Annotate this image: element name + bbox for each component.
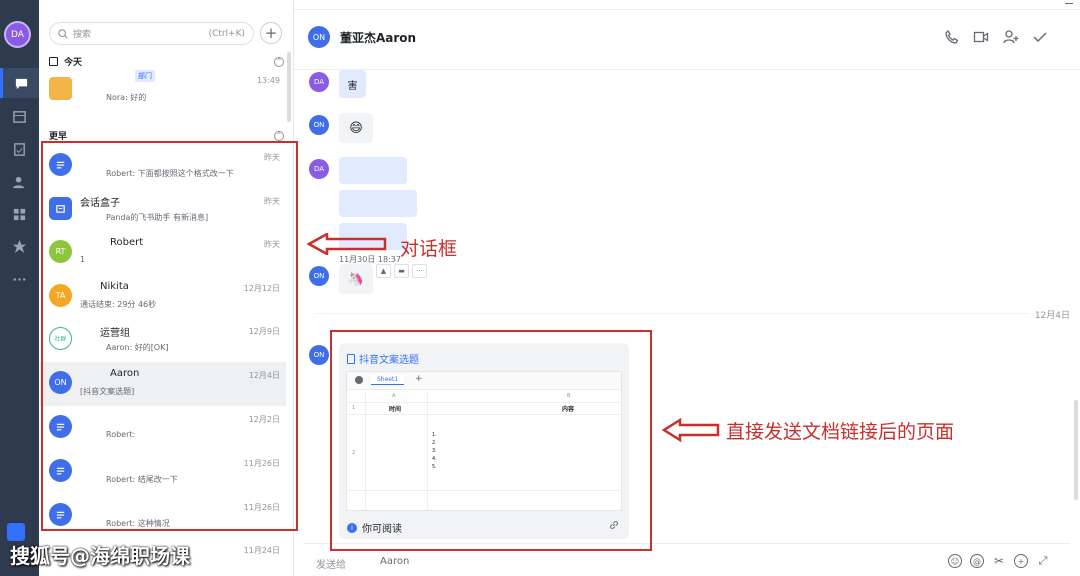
- annotation-label-dialog: 对话框: [400, 238, 458, 260]
- chat-avatar: [49, 77, 72, 100]
- add-member-icon[interactable]: [1003, 29, 1019, 45]
- conversation-scrollbar[interactable]: [1074, 400, 1078, 500]
- collapse-icon[interactable]: ^: [274, 56, 284, 67]
- message-actions: ▲ ▬ ···: [376, 264, 427, 278]
- scissors-icon[interactable]: ✂: [992, 554, 1006, 568]
- done-check-icon[interactable]: [1032, 29, 1048, 45]
- search-placeholder: 搜索: [73, 30, 92, 40]
- sender-avatar[interactable]: ON: [309, 115, 329, 135]
- phone-icon[interactable]: [944, 29, 960, 45]
- department-tag: 部门: [135, 70, 155, 82]
- add-button[interactable]: +: [260, 22, 282, 44]
- message-bubble[interactable]: [339, 190, 417, 217]
- conversation-header: ON 董亚杰Aaron: [294, 0, 1080, 70]
- sticker-message[interactable]: 🦄: [339, 264, 373, 294]
- chat-time: 11月24日: [243, 546, 280, 555]
- nav-rail: DA: [0, 0, 39, 576]
- chat-preview: Nora: 好的: [106, 93, 147, 102]
- expand-icon[interactable]: ⤢: [1036, 554, 1050, 568]
- composer-tools: ☺ @ ✂ + ⤢: [948, 554, 1050, 568]
- search-shortcut: (Ctrl+K): [208, 28, 245, 39]
- search-input[interactable]: 搜索 (Ctrl+K): [49, 22, 254, 45]
- add-attachment-icon[interactable]: +: [1014, 554, 1028, 568]
- search-icon: [58, 28, 68, 39]
- sender-avatar[interactable]: ON: [309, 266, 329, 286]
- composer-recipient: Aaron: [380, 556, 410, 567]
- calendar-nav-icon[interactable]: [0, 101, 39, 131]
- composer-label: 发送给: [316, 560, 346, 571]
- contact-avatar[interactable]: ON: [308, 26, 330, 48]
- thumbs-up-icon[interactable]: ▲: [376, 264, 391, 278]
- app-window: DA 搜索 (Ctrl+K) + 今天 ^ 部门 13:49 Nora: 好的 …: [0, 0, 1080, 576]
- favorites-nav-icon[interactable]: [0, 231, 39, 261]
- emoji-icon[interactable]: ☺: [948, 554, 962, 568]
- chat-item[interactable]: 部门 13:49 Nora: 好的: [40, 68, 286, 112]
- annotation-box-chat-list: [41, 141, 298, 531]
- more-nav-icon[interactable]: [0, 264, 39, 294]
- annotation-arrow-left: [307, 233, 387, 255]
- conversation-title: 董亚杰Aaron: [340, 31, 417, 45]
- workspace-nav-icon[interactable]: [0, 199, 39, 229]
- more-actions-icon[interactable]: ···: [412, 264, 427, 278]
- contacts-nav-icon[interactable]: [0, 167, 39, 197]
- user-avatar[interactable]: DA: [4, 21, 31, 48]
- date-divider-label: 12月4日: [1028, 308, 1070, 321]
- annotation-label-doc-link: 直接发送文档链接后的页面: [726, 421, 955, 443]
- watermark: 搜狐号@海绵职场课: [10, 544, 190, 568]
- sender-avatar[interactable]: DA: [309, 159, 329, 179]
- video-call-icon[interactable]: [973, 29, 989, 45]
- section-today-label: 今天: [64, 58, 83, 68]
- date-divider: [314, 313, 1064, 314]
- profile-nav-icon[interactable]: [7, 523, 25, 541]
- message-bubble[interactable]: 害: [339, 70, 366, 98]
- sticker-message[interactable]: 😄: [339, 113, 373, 143]
- messages-nav-icon[interactable]: [0, 68, 39, 98]
- sender-avatar[interactable]: ON: [309, 345, 329, 365]
- sender-avatar[interactable]: DA: [309, 72, 329, 92]
- calendar-icon: [49, 57, 58, 66]
- annotation-box-doc-card: [330, 330, 652, 551]
- chat-time: 13:49: [256, 76, 280, 85]
- mention-icon[interactable]: @: [970, 554, 984, 568]
- message-bubble[interactable]: [339, 157, 407, 184]
- docs-nav-icon[interactable]: [0, 134, 39, 164]
- chat-list-scrollbar[interactable]: [287, 52, 291, 122]
- annotation-arrow-left: [662, 418, 720, 442]
- section-today: 今天 ^: [49, 55, 284, 68]
- collapse-icon[interactable]: ^: [274, 130, 284, 141]
- reply-icon[interactable]: ▬: [394, 264, 409, 278]
